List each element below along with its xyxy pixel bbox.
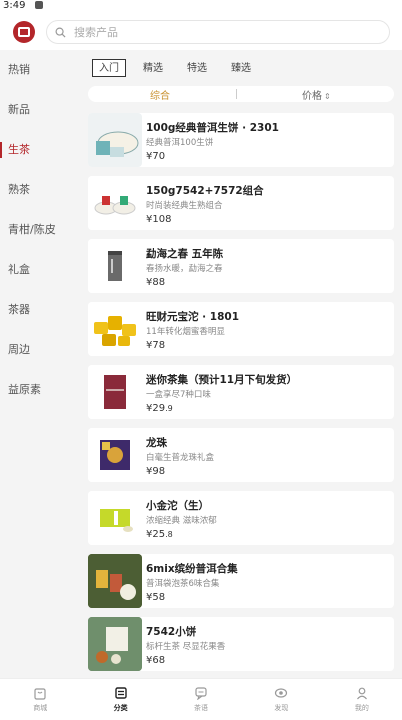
sidebar-item-ripe-tea[interactable]: 熟茶 [0,170,82,210]
product-image [88,239,142,293]
product-desc: 经典普洱100生饼 [146,138,214,148]
sort-price[interactable]: 价格 ⇕ [302,87,331,102]
product-panel: 入门 精选 特选 臻选 综合 价格 ⇕ 100g经典普洱生饼 · 2301 经典普… [82,50,402,678]
sort-default[interactable]: 综合 [150,87,170,102]
search-input[interactable]: 搜索产品 [46,20,390,44]
sidebar-item-teaware[interactable]: 茶器 [0,290,82,330]
product-card[interactable]: 7542小饼 标杆生茶 尽显花果香 ¥68 [88,617,394,671]
chat-icon [195,687,207,700]
product-desc: 一盒享尽7种口味 [146,390,211,400]
subtab-entry[interactable]: 入门 [92,59,126,77]
product-image [88,554,142,608]
nav-category[interactable]: 分类 [80,679,160,720]
product-name: 旺财元宝沱 · 1801 [146,311,240,323]
user-icon [356,687,367,700]
product-name: 6mix缤纷普洱合集 [146,563,238,575]
nav-profile[interactable]: 我的 [322,679,402,720]
product-price: ¥70 [146,151,166,162]
sidebar-item-merch[interactable]: 周边 [0,330,82,370]
product-name: 小金沱（生） [146,500,209,512]
top-bar: 搜索产品 [0,12,402,50]
nav-profile-label: 我的 [354,704,369,712]
product-card[interactable]: 龙珠 白毫生普龙珠礼盒 ¥98 [88,428,394,482]
product-image [88,365,142,419]
sort-bar: 综合 价格 ⇕ [88,86,394,102]
nav-shop-label: 商城 [33,704,48,712]
sidebar-item-yiyuansu[interactable]: 益原素 [0,370,82,410]
product-card[interactable]: 勐海之春 五年陈 春扬水暖，勐海之春 ¥88 [88,239,394,293]
product-name: 7542小饼 [146,626,197,638]
product-price: ¥58 [146,592,166,603]
product-price: ¥68 [146,655,166,666]
sidebar-item-new[interactable]: 新品 [0,90,82,130]
product-desc: 春扬水暖，勐海之春 [146,264,223,274]
bag-icon [34,688,46,700]
subtab-select[interactable]: 精选 [136,59,170,77]
product-price: ¥29.9 [146,403,173,414]
sidebar-item-raw-tea[interactable]: 生茶 [0,130,82,170]
product-image [88,176,142,230]
android-notification-icon [34,1,43,9]
product-name: 勐海之春 五年陈 [146,248,224,260]
product-desc: 11年转化烟蜜香明显 [146,327,225,337]
product-name: 150g7542+7572组合 [146,185,264,197]
nav-discover-label: 发现 [274,704,289,712]
product-image [88,428,142,482]
sidebar-item-gift-box[interactable]: 礼盒 [0,250,82,290]
product-price: ¥25.8 [146,529,173,540]
product-desc: 标杆生茶 尽显花果香 [146,642,226,652]
product-desc: 普洱袋泡茶6味合集 [146,579,220,589]
nav-tea-talk[interactable]: 茶语 [161,679,241,720]
nav-discover[interactable]: 发现 [241,679,321,720]
sort-price-label: 价格 [302,90,322,102]
sidebar-item-hot[interactable]: 热销 [0,50,82,90]
product-image [88,302,142,356]
bottom-nav: 商城 分类 茶语 发现 我的 [0,678,402,720]
search-placeholder: 搜索产品 [74,26,118,39]
product-price: ¥108 [146,214,172,225]
product-price: ¥78 [146,340,166,351]
product-image [88,113,142,167]
subtab-special[interactable]: 特选 [180,59,214,77]
nav-tea-talk-label: 茶语 [194,704,209,712]
product-desc: 白毫生普龙珠礼盒 [146,453,215,463]
nav-category-label: 分类 [113,704,128,712]
sort-divider [236,89,237,99]
subtabs: 入门 精选 特选 臻选 [92,59,268,77]
sidebar-item-citrus[interactable]: 青柑/陈皮 [0,210,82,250]
status-bar: 3:49 [0,0,402,12]
product-card[interactable]: 150g7542+7572组合 时尚装经典生熟组合 ¥108 [88,176,394,230]
product-card[interactable]: 旺财元宝沱 · 1801 11年转化烟蜜香明显 ¥78 [88,302,394,356]
product-card[interactable]: 100g经典普洱生饼 · 2301 经典普洱100生饼 ¥70 [88,113,394,167]
product-desc: 时尚装经典生熟组合 [146,201,223,211]
product-name: 迷你茶集（预计11月下旬发货） [146,374,298,386]
product-card[interactable]: 小金沱（生） 浓缩经典 滋味浓郁 ¥25.8 [88,491,394,545]
status-time: 3:49 [3,0,26,11]
product-image [88,491,142,545]
product-price: ¥98 [146,466,166,477]
product-image [88,617,142,671]
category-icon [114,687,127,699]
product-price: ¥88 [146,277,166,288]
product-card[interactable]: 6mix缤纷普洱合集 普洱袋泡茶6味合集 ¥58 [88,554,394,608]
eye-icon [275,688,288,698]
search-icon [55,27,66,38]
product-name: 100g经典普洱生饼 · 2301 [146,122,279,134]
product-name: 龙珠 [146,437,167,449]
sort-arrows-icon: ⇕ [324,91,331,101]
product-desc: 浓缩经典 滋味浓郁 [146,516,217,526]
subtab-premium[interactable]: 臻选 [224,59,258,77]
category-sidebar: 热销 新品 生茶 熟茶 青柑/陈皮 礼盒 茶器 周边 益原素 [0,50,82,678]
brand-logo[interactable] [13,21,35,43]
product-card[interactable]: 迷你茶集（预计11月下旬发货） 一盒享尽7种口味 ¥29.9 [88,365,394,419]
nav-shop[interactable]: 商城 [0,679,80,720]
